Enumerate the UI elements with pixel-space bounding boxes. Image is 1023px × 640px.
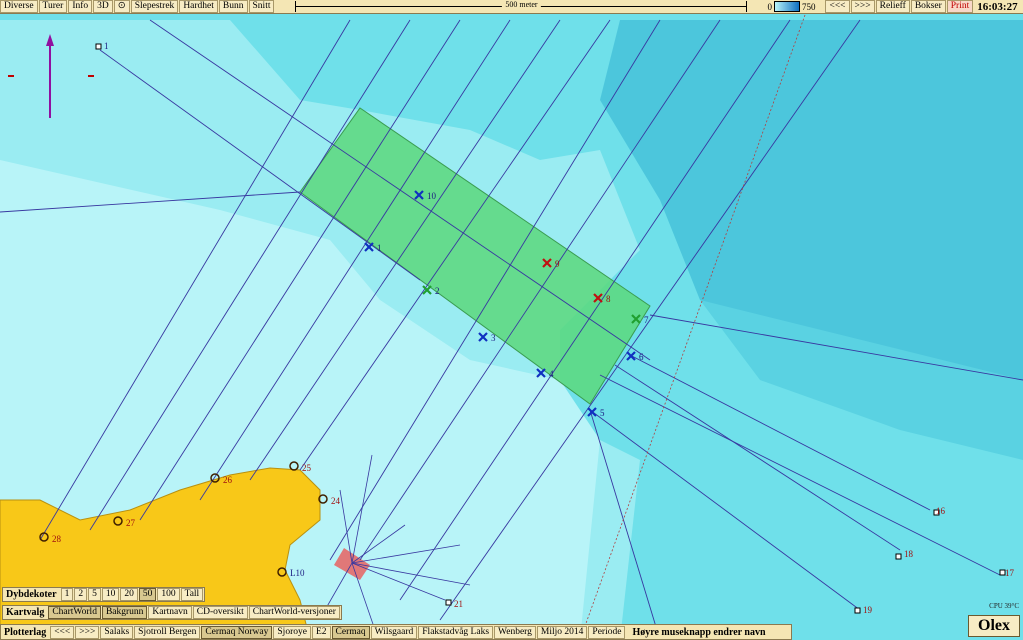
- layer-e2[interactable]: E2: [311, 625, 331, 639]
- depth-min: 0: [767, 1, 772, 12]
- chart-map[interactable]: 1 2 3 4 5 6 7 8 9 10 28 27 26 25 24 L10 …: [0, 0, 1023, 640]
- depth-50[interactable]: 50: [138, 588, 157, 601]
- plotter-prev[interactable]: <<<: [50, 625, 75, 639]
- mark-label: 21: [454, 599, 463, 609]
- menu-info[interactable]: Info: [68, 0, 93, 13]
- prev-button[interactable]: <<<: [825, 0, 850, 13]
- depth-5[interactable]: 5: [88, 588, 101, 601]
- mark-label: 27: [126, 518, 136, 528]
- waypoint-label: 5: [600, 408, 605, 418]
- chartworld-versjoner-button[interactable]: ChartWorld-versjoner: [248, 606, 340, 619]
- mark-label: 25: [302, 463, 312, 473]
- layer-cermaq-norway[interactable]: Cermaq Norway: [201, 625, 273, 639]
- mark-label: 17: [1005, 568, 1015, 578]
- scale-label: 500 meter: [502, 0, 541, 9]
- clock: 16:03:27: [977, 0, 1018, 13]
- dybdekoter-label: Dybdekoter: [6, 589, 57, 600]
- menu-3d[interactable]: 3D: [93, 0, 113, 13]
- layer-wenberg[interactable]: Wenberg: [494, 625, 536, 639]
- layer-cermaq[interactable]: Cermaq: [331, 625, 370, 639]
- menu-bunn[interactable]: Bunn: [218, 0, 248, 13]
- print-button[interactable]: Print: [946, 0, 974, 13]
- scale-bar: 500 meter: [295, 0, 748, 12]
- kartvalg-label: Kartvalg: [6, 607, 45, 618]
- kartvalg-panel: Kartvalg ChartWorld Bakgrunn Kartnavn CD…: [2, 605, 342, 620]
- waypoint-label: 3: [491, 333, 496, 343]
- top-toolbar: Diverse Turer Info 3D ⊙ Slepestrek Hardh…: [0, 0, 1023, 14]
- cpu-temp: CPU 39°C: [989, 602, 1019, 610]
- menu-diverse[interactable]: Diverse: [0, 0, 38, 13]
- depth-gradient: [773, 1, 800, 12]
- mark-label: L10: [290, 568, 305, 578]
- menu-hardhet[interactable]: Hardhet: [179, 0, 218, 13]
- layer-periode[interactable]: Periode: [588, 625, 626, 639]
- kartnavn-button[interactable]: Kartnavn: [148, 606, 192, 619]
- layer-wilsgaard[interactable]: Wilsgaard: [370, 625, 418, 639]
- waypoint-label: 6: [639, 352, 644, 362]
- depth-100[interactable]: 100: [157, 588, 180, 601]
- mark-label: 18: [904, 549, 914, 559]
- depth-max: 750: [801, 1, 816, 12]
- mark-label: 24: [331, 496, 341, 506]
- bakgrunn-button[interactable]: Bakgrunn: [101, 606, 148, 619]
- waypoint-label: 8: [606, 294, 611, 304]
- depth-2[interactable]: 2: [74, 588, 88, 601]
- layer-salaks[interactable]: Salaks: [100, 625, 134, 639]
- layer-miljo[interactable]: Miljo 2014: [536, 625, 588, 639]
- mark-label: 26: [223, 475, 233, 485]
- bokser-button[interactable]: Bokser: [910, 0, 946, 13]
- waypoint-label: 2: [435, 286, 440, 296]
- layer-sjotroll[interactable]: Sjotroll Bergen: [134, 625, 201, 639]
- next-button[interactable]: >>>: [850, 0, 875, 13]
- mark-label: 28: [52, 534, 62, 544]
- waypoint-label: 10: [427, 191, 437, 201]
- waypoint-label: 1: [377, 243, 382, 253]
- dybdekoter-panel: Dybdekoter 1 2 5 10 20 50 100 Tall: [2, 587, 206, 602]
- relieff-button[interactable]: Relieff: [875, 0, 910, 13]
- chartworld-button[interactable]: ChartWorld: [48, 606, 101, 619]
- layer-sjoroye[interactable]: Sjoroye: [273, 625, 311, 639]
- plotter-next[interactable]: >>>: [75, 625, 100, 639]
- depth-tall[interactable]: Tall: [180, 588, 204, 601]
- waypoint-label: 9: [555, 259, 560, 269]
- depth-20[interactable]: 20: [120, 588, 138, 601]
- mark-label: 16: [936, 506, 946, 516]
- target-icon[interactable]: ⊙: [113, 0, 130, 13]
- layer-flakstadvag[interactable]: Flakstadvåg Laks: [418, 625, 494, 639]
- mark-label: 1: [104, 41, 109, 51]
- olex-logo[interactable]: Olex: [968, 615, 1020, 637]
- plotterlag-panel: Plotterlag <<< >>> Salaks Sjotroll Berge…: [0, 624, 792, 640]
- waypoint-label: 4: [549, 369, 554, 379]
- waypoint-label: 7: [644, 315, 649, 325]
- menu-slepestrek[interactable]: Slepestrek: [130, 0, 179, 13]
- depth-10[interactable]: 10: [101, 588, 120, 601]
- menu-snitt[interactable]: Snitt: [248, 0, 275, 13]
- plotterlag-label: Plotterlag: [4, 626, 47, 638]
- menu-turer[interactable]: Turer: [38, 0, 68, 13]
- cd-oversikt-button[interactable]: CD-oversikt: [192, 606, 248, 619]
- mark-label: 19: [863, 605, 873, 615]
- rename-hint: Høyre museknapp endrer navn: [632, 626, 766, 638]
- depth-1[interactable]: 1: [60, 588, 74, 601]
